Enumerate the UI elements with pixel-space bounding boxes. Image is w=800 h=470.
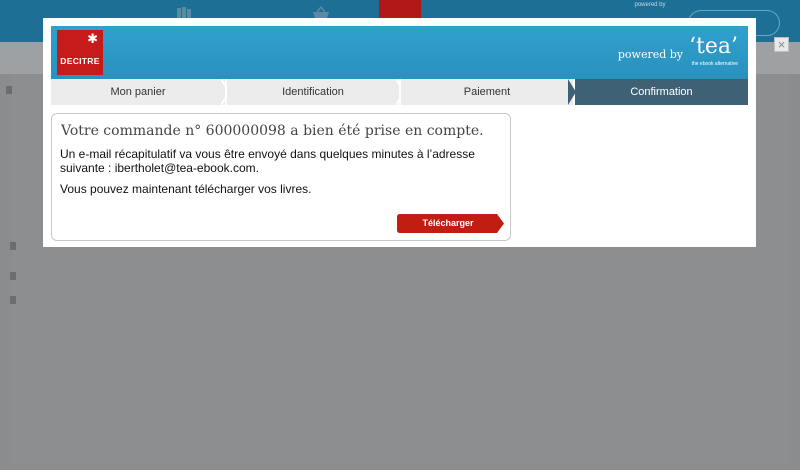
- step-mon-panier: Mon panier: [51, 79, 225, 105]
- background-text-fragment: [6, 86, 12, 94]
- step-paiement: Paiement: [401, 79, 573, 105]
- powered-by-label: powered by: [617, 48, 684, 61]
- background-text-fragment: [10, 296, 16, 304]
- checkout-steps: Mon panier Identification Paiement Confi…: [51, 79, 748, 105]
- background-text-fragment: [10, 272, 16, 280]
- modal-header: ✱ DECITRE powered by ‘tea’ the ebook alt…: [51, 26, 748, 79]
- download-button-label: Télécharger: [422, 218, 474, 228]
- confirmation-box: Votre commande n° 600000098 a bien été p…: [51, 113, 511, 241]
- decitre-logo-text: DECITRE: [60, 56, 100, 66]
- close-icon[interactable]: ×: [774, 37, 789, 52]
- decitre-logo: ✱ DECITRE: [57, 30, 103, 75]
- order-confirmation-heading: Votre commande n° 600000098 a bien été p…: [61, 123, 484, 139]
- download-button[interactable]: Télécharger: [397, 214, 505, 233]
- step-confirmation: Confirmation: [575, 79, 748, 105]
- step-identification: Identification: [227, 79, 399, 105]
- tea-logo: ‘tea’: [689, 34, 738, 59]
- star-icon: ✱: [87, 31, 98, 46]
- tea-tagline: the ebook alternative: [691, 61, 738, 67]
- powered-by-tea: powered by ‘tea’ the ebook alternative: [618, 36, 738, 68]
- download-notice: Vous pouvez maintenant télécharger vos l…: [60, 182, 312, 196]
- email-notice: Un e-mail récapitulatif va vous être env…: [60, 147, 475, 175]
- background-text-fragment: [10, 242, 16, 250]
- decitre-mini-logo: [379, 0, 421, 20]
